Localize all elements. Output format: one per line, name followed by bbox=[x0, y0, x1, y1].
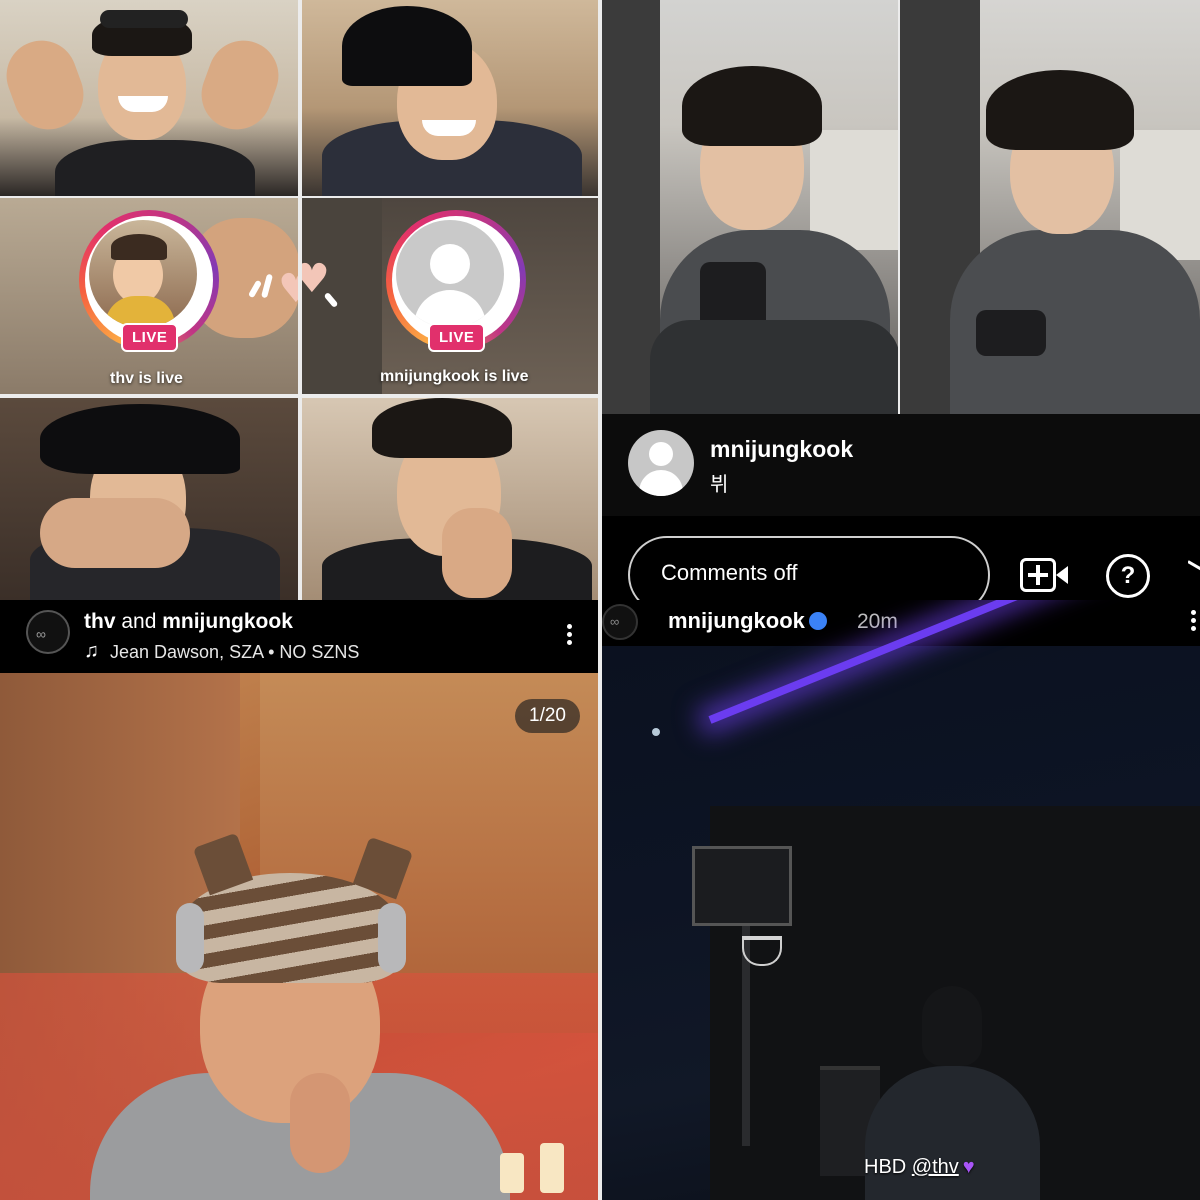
comments-off-label: Comments off bbox=[661, 560, 798, 585]
live-frame-car-1 bbox=[600, 0, 898, 414]
live-comment-row: Comments off ? bbox=[600, 516, 1200, 614]
post-photo-right bbox=[600, 600, 1200, 1200]
basketball-hoop bbox=[692, 846, 792, 926]
more-options-icon[interactable] bbox=[1191, 610, 1197, 634]
live-badge: LIVE bbox=[428, 323, 486, 352]
live-caption: thv is live bbox=[110, 370, 183, 387]
post-header-left: ∞ thv and mnijungkook ♫ Jean Dawson, SZA… bbox=[0, 600, 600, 673]
heart-sticker-icon: ♥ bbox=[278, 266, 298, 312]
carousel-counter: 1/20 bbox=[515, 699, 580, 733]
story-caption: HBD @thv ♥ bbox=[864, 1156, 975, 1179]
live-badge: LIVE bbox=[121, 323, 179, 352]
live-subtitle: 뷔 bbox=[710, 474, 729, 496]
purple-heart-icon: ♥ bbox=[962, 1156, 975, 1178]
question-icon[interactable]: ? bbox=[1106, 554, 1150, 598]
post-username[interactable]: mnijungkook bbox=[668, 608, 827, 634]
music-label[interactable]: Jean Dawson, SZA • NO SZNS bbox=[110, 642, 359, 663]
author-and: and bbox=[115, 610, 163, 633]
post-right: ∞ mnijungkook 20m HBD @thv ♥ bbox=[600, 600, 1200, 1200]
music-note-icon: ♫ bbox=[84, 640, 99, 662]
profile-placeholder-icon bbox=[430, 244, 470, 284]
live-info-bar: mnijungkook 뷔 bbox=[600, 414, 1200, 516]
live-photo-4: ♥ LIVE mnijungkook is live bbox=[302, 198, 600, 394]
profile-placeholder-icon[interactable] bbox=[628, 430, 694, 496]
caption-text: HBD bbox=[864, 1156, 912, 1178]
send-icon[interactable] bbox=[1188, 556, 1200, 586]
author-thv[interactable]: thv bbox=[84, 610, 116, 633]
live-username[interactable]: mnijungkook bbox=[710, 436, 853, 463]
verified-badge-icon bbox=[808, 612, 827, 630]
add-video-icon[interactable] bbox=[1020, 556, 1070, 596]
post-time: 20m bbox=[857, 610, 898, 633]
more-options-icon[interactable] bbox=[567, 624, 573, 648]
post-username-text: mnijungkook bbox=[668, 608, 805, 633]
live-frame-car-2 bbox=[900, 0, 1200, 414]
live-photo-5 bbox=[0, 398, 298, 600]
avatar[interactable]: ∞ bbox=[26, 610, 70, 654]
live-photo-6 bbox=[302, 398, 600, 600]
mention-thv[interactable]: @thv bbox=[912, 1156, 959, 1178]
live-photo-1 bbox=[0, 0, 298, 196]
avatar[interactable]: ∞ bbox=[602, 604, 638, 640]
author-mnijungkook[interactable]: mnijungkook bbox=[162, 610, 293, 633]
live-caption: mnijungkook is live bbox=[380, 368, 529, 385]
live-photo-3: LIVE thv is live ♥ bbox=[0, 198, 298, 394]
post-authors: thv and mnijungkook bbox=[84, 610, 293, 634]
post-photo-left: 1/20 bbox=[0, 673, 600, 1200]
live-photo-2 bbox=[302, 0, 600, 196]
